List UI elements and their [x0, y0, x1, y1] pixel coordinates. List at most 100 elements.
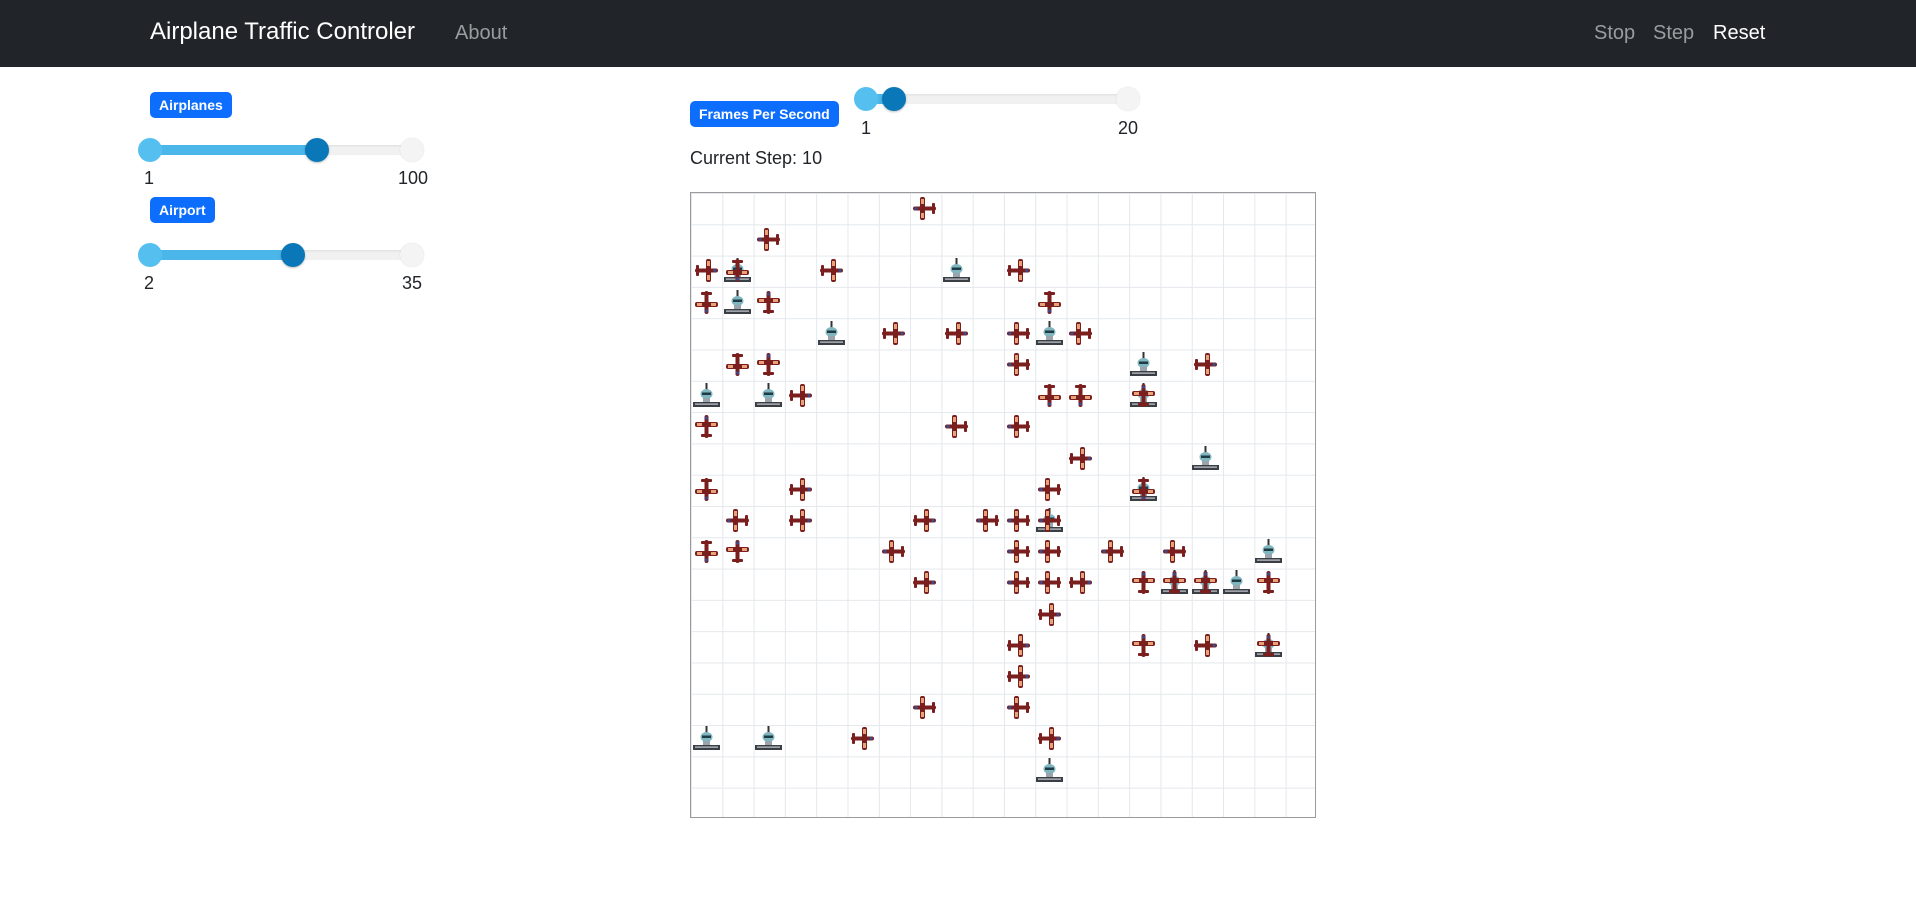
fps-slider[interactable]	[854, 85, 1140, 115]
airport-slider[interactable]	[138, 241, 424, 271]
airport-icon	[1036, 320, 1064, 345]
airplane-cell	[691, 474, 722, 505]
airplane-icon	[695, 290, 718, 314]
airplane-icon	[1194, 633, 1218, 657]
airport-cell	[691, 723, 722, 754]
airplane-cell	[1034, 567, 1065, 598]
fps-label: Frames Per Second	[690, 101, 839, 127]
airplane-cell	[1190, 349, 1221, 380]
airplane-cell	[691, 536, 722, 567]
navbar: Airplane Traffic Controler About Stop St…	[0, 0, 1916, 67]
airplane-cell	[878, 318, 909, 349]
airport-icon	[1036, 757, 1064, 782]
airport-icon	[817, 320, 845, 345]
airplane-cell	[1065, 443, 1096, 474]
airplane-cell	[722, 349, 753, 380]
slider-min-handle	[854, 87, 878, 111]
airplane-cell	[785, 474, 816, 505]
airplane-icon	[695, 540, 718, 564]
airplane-cell	[1128, 630, 1159, 661]
airplane-cell	[1003, 692, 1034, 723]
airplane-icon	[1069, 384, 1093, 408]
airplane-icon	[1007, 259, 1030, 283]
airport-icon	[1254, 539, 1282, 564]
airplane-cell	[972, 505, 1003, 536]
reset-button[interactable]: Reset	[1713, 22, 1765, 45]
airplane-icon	[913, 509, 937, 532]
airplane-icon	[1007, 633, 1030, 657]
airplane-icon	[1131, 633, 1155, 657]
airplane-icon	[1038, 540, 1062, 564]
airplane-icon	[913, 696, 937, 720]
airplane-icon	[695, 477, 718, 501]
airplane-icon	[1069, 446, 1093, 470]
airplane-cell	[816, 255, 847, 286]
airplanes-slider[interactable]	[138, 136, 424, 166]
slider-value-handle[interactable]	[881, 87, 906, 111]
airplane-cell	[1159, 567, 1190, 598]
airplane-icon	[1069, 321, 1093, 345]
airplane-cell	[909, 692, 940, 723]
airplane-icon	[788, 477, 812, 501]
airplane-cell	[909, 567, 940, 598]
airport-cell	[1221, 567, 1252, 598]
airport-cell	[722, 287, 753, 318]
airplane-icon	[1007, 321, 1030, 345]
airplane-cell	[1034, 380, 1065, 411]
airplane-cell	[1034, 287, 1065, 318]
airplane-icon	[1007, 571, 1030, 595]
airplane-cell	[909, 193, 940, 224]
airplane-cell	[1003, 349, 1034, 380]
airplane-icon	[1007, 509, 1030, 532]
airplane-icon	[1038, 602, 1062, 626]
airplane-cell	[1190, 567, 1221, 598]
airplane-icon	[1007, 415, 1030, 439]
airport-min-label: 2	[144, 273, 155, 293]
airplane-cell	[722, 255, 753, 286]
airplane-cell	[722, 505, 753, 536]
stop-button[interactable]: Stop	[1594, 22, 1635, 45]
airport-cell	[753, 380, 784, 411]
airport-cell	[691, 380, 722, 411]
airplane-icon	[944, 415, 968, 439]
app-title[interactable]: Airplane Traffic Controler	[150, 18, 415, 46]
about-link[interactable]: About	[455, 22, 507, 45]
airplane-cell	[691, 255, 722, 286]
slider-value-handle[interactable]	[280, 243, 305, 267]
airport-icon	[755, 726, 783, 751]
airplane-cell	[1034, 536, 1065, 567]
airport-icon	[724, 289, 752, 314]
airplane-icon	[944, 321, 968, 345]
airplane-cell	[1003, 661, 1034, 692]
airplane-cell	[1097, 536, 1128, 567]
airport-icon	[693, 383, 720, 408]
airplane-icon	[757, 228, 781, 252]
airplane-icon	[1256, 571, 1280, 595]
airplane-cell	[941, 318, 972, 349]
airplane-icon	[1131, 571, 1155, 595]
airplane-cell	[691, 411, 722, 442]
airport-icon	[1223, 570, 1251, 595]
airplane-icon	[757, 290, 781, 314]
airplane-icon	[695, 259, 718, 283]
airplane-cell	[722, 536, 753, 567]
airplane-cell	[753, 349, 784, 380]
airplane-cell	[1065, 318, 1096, 349]
airplane-icon	[1163, 540, 1186, 564]
airplane-cell	[1003, 318, 1034, 349]
airplane-cell	[847, 723, 878, 754]
current-step-label: Current Step: 10	[690, 148, 823, 168]
airplane-cell	[1190, 630, 1221, 661]
airport-max-label: 35	[402, 273, 423, 293]
airplane-cell	[1253, 630, 1284, 661]
airplane-cell	[1034, 505, 1065, 536]
slider-value-handle[interactable]	[304, 138, 329, 162]
step-button[interactable]: Step	[1653, 22, 1694, 45]
airplane-icon	[1194, 353, 1218, 376]
airplane-cell	[941, 411, 972, 442]
airplane-icon	[851, 727, 874, 751]
airport-icon	[755, 383, 783, 408]
airplane-cell	[1065, 567, 1096, 598]
airplane-cell	[1003, 505, 1034, 536]
simulation-grid[interactable]	[690, 192, 1316, 818]
